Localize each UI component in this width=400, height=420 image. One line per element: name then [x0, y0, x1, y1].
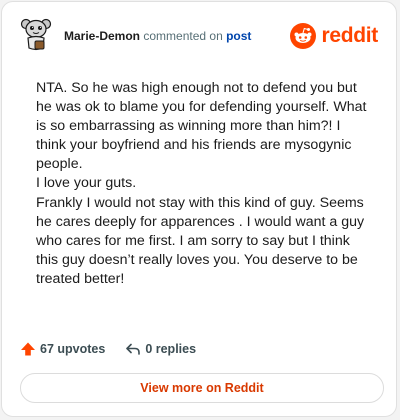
comment-header: Marie-Demon commented on post reddit [20, 16, 382, 56]
comment-paragraph: I love your guts. [36, 175, 137, 192]
upvote-count: 67 upvotes [40, 342, 106, 356]
comment-meta: Marie-Demon commented on post [64, 29, 251, 43]
upvote-arrow-icon [21, 342, 35, 356]
comment-paragraph: Frankly I would not stay with this kind … [36, 194, 365, 287]
upvote-button[interactable]: 67 upvotes [20, 341, 105, 357]
comment-actions: 67 upvotes 0 replies [20, 338, 216, 360]
brand-wordmark: reddit [321, 24, 378, 47]
reply-arrow-icon [126, 343, 141, 355]
action-text: commented on [143, 29, 223, 43]
username[interactable]: Marie-Demon [64, 29, 140, 43]
reddit-brand[interactable]: reddit [290, 22, 378, 50]
reddit-logo-icon [290, 23, 317, 49]
reply-count: 0 replies [145, 342, 197, 356]
comment-body: NTA. So he was high enough not to defend… [36, 79, 372, 289]
comment-card: Marie-Demon commented on post reddit NTA… [1, 1, 397, 417]
post-link[interactable]: post [226, 29, 251, 43]
view-more-button[interactable]: View more on Reddit [20, 373, 384, 403]
comment-paragraph: NTA. So he was high enough not to defend… [36, 80, 367, 173]
snoo-avatar-icon[interactable] [20, 16, 52, 52]
reply-button[interactable]: 0 replies [125, 341, 196, 357]
